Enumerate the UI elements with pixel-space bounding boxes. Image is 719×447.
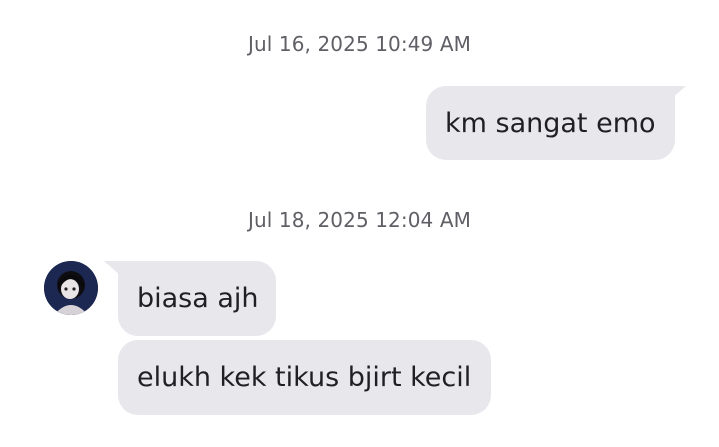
avatar-icon [44,261,98,315]
contact-avatar[interactable] [44,261,98,315]
chat-thread[interactable]: Jul 16, 2025 10:49 AM km sangat emo Jul … [0,0,719,447]
message-text: elukh kek tikus bjirt kecil [137,362,472,393]
message-timestamp: Jul 18, 2025 12:04 AM [248,208,471,232]
outgoing-message-bubble[interactable]: km sangat emo [426,86,675,160]
message-text: km sangat emo [445,107,656,139]
message-timestamp: Jul 16, 2025 10:49 AM [248,32,471,56]
message-text: biasa ajh [137,283,259,314]
incoming-message-bubble[interactable]: elukh kek tikus bjirt kecil [118,340,491,415]
incoming-message-bubble[interactable]: biasa ajh [118,261,276,336]
